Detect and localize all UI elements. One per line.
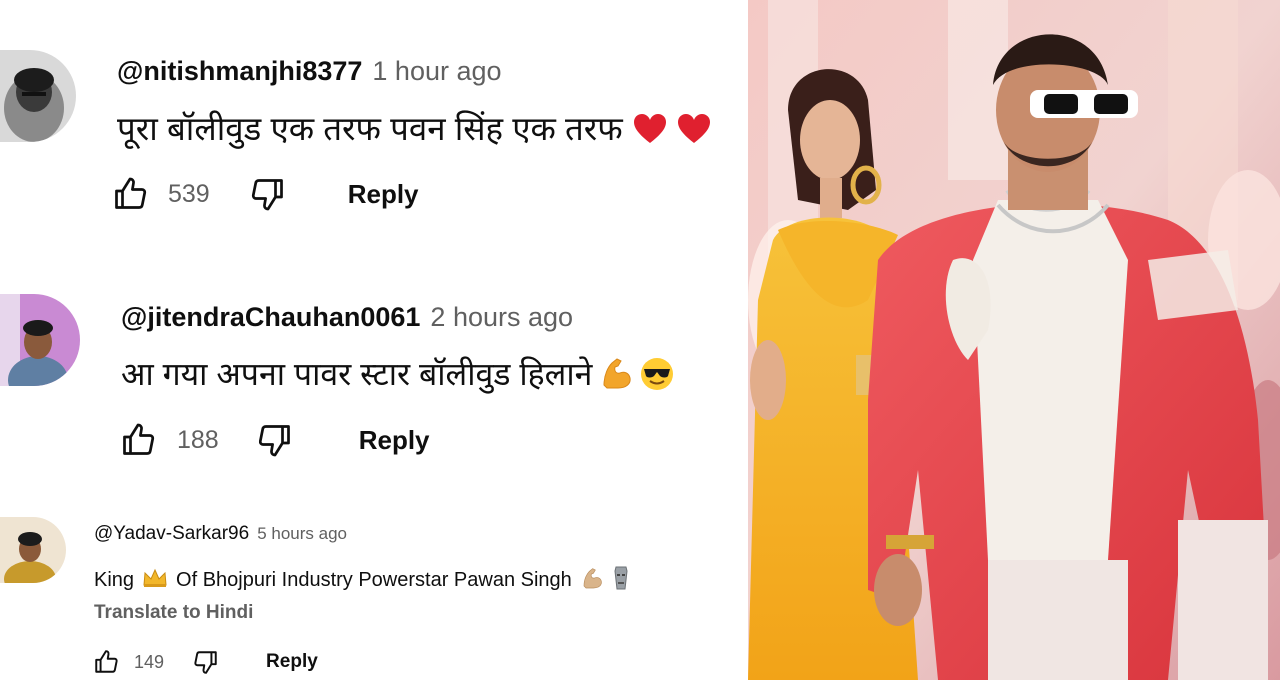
flexed-biceps-emoji-icon (603, 358, 631, 389)
promo-photo (748, 0, 1280, 680)
reply-button[interactable]: Reply (266, 651, 318, 673)
reply-button[interactable]: Reply (348, 179, 419, 210)
comment-body-start: King (94, 569, 135, 591)
like-icon[interactable] (120, 422, 156, 458)
comment-thread-3: @Yadav-Sarkar96 5 hours ago King Of Bhojpu… (0, 485, 748, 680)
comment-thread-2: @jitendraChauhan0061 2 hours ago आ गया अप… (0, 250, 748, 485)
comment-text: आ गया अपना पावर स्टार बॉलीवुड हिलाने (121, 352, 674, 395)
comment-author[interactable]: @Yadav-Sarkar96 5 hours ago (94, 523, 347, 545)
comment-author[interactable]: @nitishmanjhi8377 1 hour ago (117, 56, 502, 87)
comment-thread-1: @nitishmanjhi8377 1 hour ago पूरा बॉलीवुड… (0, 0, 748, 250)
avatar[interactable] (0, 50, 76, 142)
comment-actions: 188 Reply (120, 422, 430, 458)
like-count: 149 (134, 651, 165, 672)
translate-link[interactable]: Translate to Hindi (94, 602, 253, 624)
reply-button[interactable]: Reply (359, 425, 430, 456)
heart-emoji-icon (677, 114, 710, 143)
like-icon[interactable] (112, 176, 148, 212)
dislike-icon[interactable] (193, 649, 219, 675)
like-icon[interactable] (93, 649, 119, 675)
comment-body: आ गया अपना पावर स्टार बॉलीवुड हिलाने (121, 356, 593, 392)
crown-emoji-icon (143, 568, 167, 587)
heart-emoji-icon (633, 114, 666, 143)
sunglasses-face-emoji-icon (641, 358, 674, 390)
author-handle[interactable]: @nitishmanjhi8377 (117, 56, 362, 86)
flexed-biceps-emoji-icon (583, 568, 602, 589)
dislike-icon[interactable] (257, 422, 293, 458)
avatar[interactable] (0, 517, 66, 583)
comment-body: पूरा बॉलीवुड एक तरफ पवन सिंह एक तरफ (117, 110, 623, 147)
comment-time[interactable]: 5 hours ago (257, 524, 347, 543)
dislike-icon[interactable] (250, 176, 286, 212)
comment-text: पूरा बॉलीवुड एक तरफ पवन सिंह एक तरफ (117, 105, 711, 150)
comment-time[interactable]: 1 hour ago (372, 56, 501, 86)
comment-actions: 539 Reply (112, 176, 419, 212)
avatar[interactable] (0, 294, 80, 386)
like-count: 539 (168, 179, 210, 208)
like-count: 188 (177, 425, 219, 454)
comment-author[interactable]: @jitendraChauhan0061 2 hours ago (121, 302, 573, 333)
author-handle[interactable]: @Yadav-Sarkar96 (94, 523, 249, 544)
comment-actions: 149 Reply (93, 649, 318, 675)
comment-text: King Of Bhojpuri Industry Powerstar Pawan… (94, 565, 630, 592)
author-handle[interactable]: @jitendraChauhan0061 (121, 302, 420, 332)
moai-emoji-icon (614, 566, 628, 590)
comment-body-end: Of Bhojpuri Industry Powerstar Pawan Sin… (176, 569, 572, 591)
comment-time[interactable]: 2 hours ago (430, 302, 573, 332)
